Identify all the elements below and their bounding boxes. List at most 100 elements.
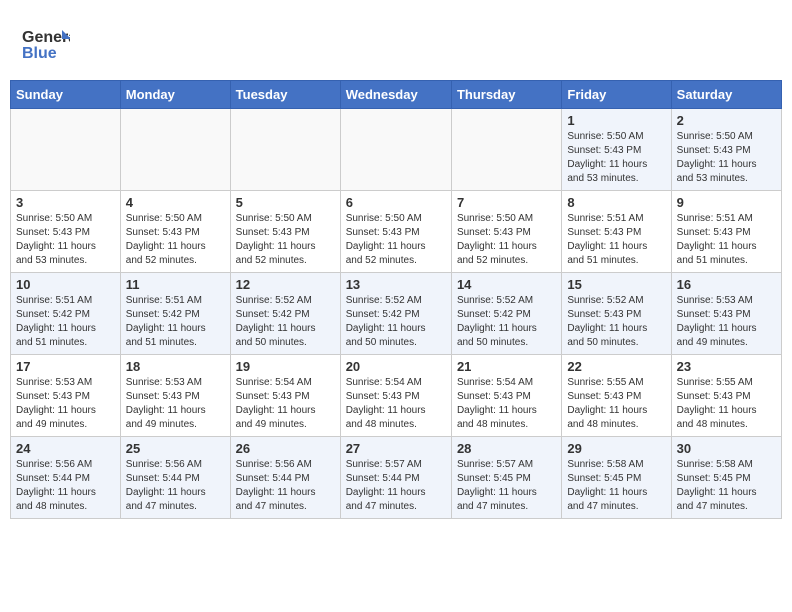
day-info: Sunrise: 5:50 AM Sunset: 5:43 PM Dayligh… [346, 212, 446, 268]
calendar-cell: 25 Sunrise: 5:56 AM Sunset: 5:44 PM Dayli… [120, 437, 230, 519]
day-number: 27 [346, 441, 446, 456]
calendar-cell: 18 Sunrise: 5:53 AM Sunset: 5:43 PM Dayli… [120, 355, 230, 437]
day-number: 20 [346, 359, 446, 374]
calendar-week-row: 3 Sunrise: 5:50 AM Sunset: 5:43 PM Daylig… [11, 191, 782, 273]
calendar-week-row: 1 Sunrise: 5:50 AM Sunset: 5:43 PM Daylig… [11, 109, 782, 191]
calendar-header-monday: Monday [120, 81, 230, 109]
day-info: Sunrise: 5:52 AM Sunset: 5:43 PM Dayligh… [567, 294, 665, 350]
calendar-cell: 23 Sunrise: 5:55 AM Sunset: 5:43 PM Dayli… [671, 355, 781, 437]
day-info: Sunrise: 5:53 AM Sunset: 5:43 PM Dayligh… [16, 376, 115, 432]
calendar-cell: 7 Sunrise: 5:50 AM Sunset: 5:43 PM Daylig… [451, 191, 561, 273]
day-info: Sunrise: 5:56 AM Sunset: 5:44 PM Dayligh… [16, 458, 115, 514]
calendar-cell: 27Sunrise: 5:57 AM Sunset: 5:44 PM Dayli… [340, 437, 451, 519]
day-number: 18 [126, 359, 225, 374]
day-info: Sunrise: 5:51 AM Sunset: 5:42 PM Dayligh… [126, 294, 225, 350]
calendar-cell: 2Sunrise: 5:50 AM Sunset: 5:43 PM Daylig… [671, 109, 781, 191]
day-info: Sunrise: 5:56 AM Sunset: 5:44 PM Dayligh… [126, 458, 225, 514]
day-number: 12 [236, 277, 335, 292]
calendar-cell: 13 Sunrise: 5:52 AM Sunset: 5:42 PM Dayli… [340, 273, 451, 355]
day-number: 7 [457, 195, 556, 210]
calendar-cell: 3 Sunrise: 5:50 AM Sunset: 5:43 PM Daylig… [11, 191, 121, 273]
day-number: 29 [567, 441, 665, 456]
day-info: Sunrise: 5:58 AM Sunset: 5:45 PM Dayligh… [677, 458, 776, 514]
calendar-cell: 5 Sunrise: 5:50 AM Sunset: 5:43 PM Daylig… [230, 191, 340, 273]
day-number: 15 [567, 277, 665, 292]
day-number: 28 [457, 441, 556, 456]
calendar-cell: 12 Sunrise: 5:52 AM Sunset: 5:42 PM Dayli… [230, 273, 340, 355]
day-info: Sunrise: 5:50 AM Sunset: 5:43 PM Dayligh… [236, 212, 335, 268]
calendar-cell: 10Sunrise: 5:51 AM Sunset: 5:42 PM Dayli… [11, 273, 121, 355]
day-info: Sunrise: 5:54 AM Sunset: 5:43 PM Dayligh… [457, 376, 556, 432]
day-info: Sunrise: 5:56 AM Sunset: 5:44 PM Dayligh… [236, 458, 335, 514]
day-info: Sunrise: 5:52 AM Sunset: 5:42 PM Dayligh… [457, 294, 556, 350]
day-number: 25 [126, 441, 225, 456]
day-number: 1 [567, 113, 665, 128]
calendar-cell: 26 Sunrise: 5:56 AM Sunset: 5:44 PM Dayli… [230, 437, 340, 519]
day-info: Sunrise: 5:53 AM Sunset: 5:43 PM Dayligh… [126, 376, 225, 432]
day-number: 17 [16, 359, 115, 374]
calendar-cell: 14 Sunrise: 5:52 AM Sunset: 5:42 PM Dayli… [451, 273, 561, 355]
calendar-header-row: SundayMondayTuesdayWednesdayThursdayFrid… [11, 81, 782, 109]
calendar-cell: 16Sunrise: 5:53 AM Sunset: 5:43 PM Dayli… [671, 273, 781, 355]
day-info: Sunrise: 5:50 AM Sunset: 5:43 PM Dayligh… [567, 130, 665, 186]
calendar-cell: 9Sunrise: 5:51 AM Sunset: 5:43 PM Daylig… [671, 191, 781, 273]
day-info: Sunrise: 5:54 AM Sunset: 5:43 PM Dayligh… [346, 376, 446, 432]
calendar-header-tuesday: Tuesday [230, 81, 340, 109]
day-number: 9 [677, 195, 776, 210]
calendar-cell: 20 Sunrise: 5:54 AM Sunset: 5:43 PM Dayli… [340, 355, 451, 437]
day-info: Sunrise: 5:50 AM Sunset: 5:43 PM Dayligh… [457, 212, 556, 268]
day-number: 23 [677, 359, 776, 374]
day-info: Sunrise: 5:52 AM Sunset: 5:42 PM Dayligh… [236, 294, 335, 350]
calendar-header-thursday: Thursday [451, 81, 561, 109]
calendar-cell: 29 Sunrise: 5:58 AM Sunset: 5:45 PM Dayli… [562, 437, 671, 519]
calendar-cell [120, 109, 230, 191]
day-info: Sunrise: 5:55 AM Sunset: 5:43 PM Dayligh… [677, 376, 776, 432]
calendar-cell [340, 109, 451, 191]
calendar-cell: 30 Sunrise: 5:58 AM Sunset: 5:45 PM Dayli… [671, 437, 781, 519]
day-info: Sunrise: 5:50 AM Sunset: 5:43 PM Dayligh… [126, 212, 225, 268]
day-info: Sunrise: 5:50 AM Sunset: 5:43 PM Dayligh… [16, 212, 115, 268]
calendar-header-saturday: Saturday [671, 81, 781, 109]
day-number: 21 [457, 359, 556, 374]
day-number: 30 [677, 441, 776, 456]
logo-icon: General Blue [20, 20, 70, 70]
day-number: 3 [16, 195, 115, 210]
day-number: 13 [346, 277, 446, 292]
calendar-header-wednesday: Wednesday [340, 81, 451, 109]
page-header: General Blue [10, 10, 782, 75]
calendar-header-sunday: Sunday [11, 81, 121, 109]
day-number: 26 [236, 441, 335, 456]
calendar-cell: 28 Sunrise: 5:57 AM Sunset: 5:45 PM Dayli… [451, 437, 561, 519]
day-number: 24 [16, 441, 115, 456]
svg-text:Blue: Blue [22, 45, 57, 62]
calendar-cell: 17 Sunrise: 5:53 AM Sunset: 5:43 PM Dayli… [11, 355, 121, 437]
calendar-cell: 8Sunrise: 5:51 AM Sunset: 5:43 PM Daylig… [562, 191, 671, 273]
day-info: Sunrise: 5:52 AM Sunset: 5:42 PM Dayligh… [346, 294, 446, 350]
day-info: Sunrise: 5:50 AM Sunset: 5:43 PM Dayligh… [677, 130, 776, 186]
calendar-cell [230, 109, 340, 191]
calendar-cell: 22 Sunrise: 5:55 AM Sunset: 5:43 PM Dayli… [562, 355, 671, 437]
logo: General Blue [20, 20, 74, 70]
day-info: Sunrise: 5:55 AM Sunset: 5:43 PM Dayligh… [567, 376, 665, 432]
calendar-cell: 11 Sunrise: 5:51 AM Sunset: 5:42 PM Dayli… [120, 273, 230, 355]
calendar-week-row: 17 Sunrise: 5:53 AM Sunset: 5:43 PM Dayli… [11, 355, 782, 437]
day-info: Sunrise: 5:51 AM Sunset: 5:43 PM Dayligh… [567, 212, 665, 268]
day-number: 14 [457, 277, 556, 292]
calendar-cell [451, 109, 561, 191]
day-number: 5 [236, 195, 335, 210]
day-info: Sunrise: 5:54 AM Sunset: 5:43 PM Dayligh… [236, 376, 335, 432]
calendar-header-friday: Friday [562, 81, 671, 109]
day-number: 22 [567, 359, 665, 374]
day-number: 4 [126, 195, 225, 210]
day-info: Sunrise: 5:58 AM Sunset: 5:45 PM Dayligh… [567, 458, 665, 514]
calendar-cell: 15 Sunrise: 5:52 AM Sunset: 5:43 PM Dayli… [562, 273, 671, 355]
day-number: 11 [126, 277, 225, 292]
calendar-week-row: 10 Sunrise: 5:51 AM Sunset: 5:42 PM Dayli… [11, 273, 782, 355]
day-number: 10 [16, 277, 115, 292]
calendar-cell: 6 Sunrise: 5:50 AM Sunset: 5:43 PM Daylig… [340, 191, 451, 273]
calendar-week-row: 24 Sunrise: 5:56 AM Sunset: 5:44 PM Dayli… [11, 437, 782, 519]
day-info: Sunrise: 5:57 AM Sunset: 5:45 PM Dayligh… [457, 458, 556, 514]
calendar-table: SundayMondayTuesdayWednesdayThursdayFrid… [10, 80, 782, 519]
day-number: 6 [346, 195, 446, 210]
calendar-cell: 24 Sunrise: 5:56 AM Sunset: 5:44 PM Dayli… [11, 437, 121, 519]
